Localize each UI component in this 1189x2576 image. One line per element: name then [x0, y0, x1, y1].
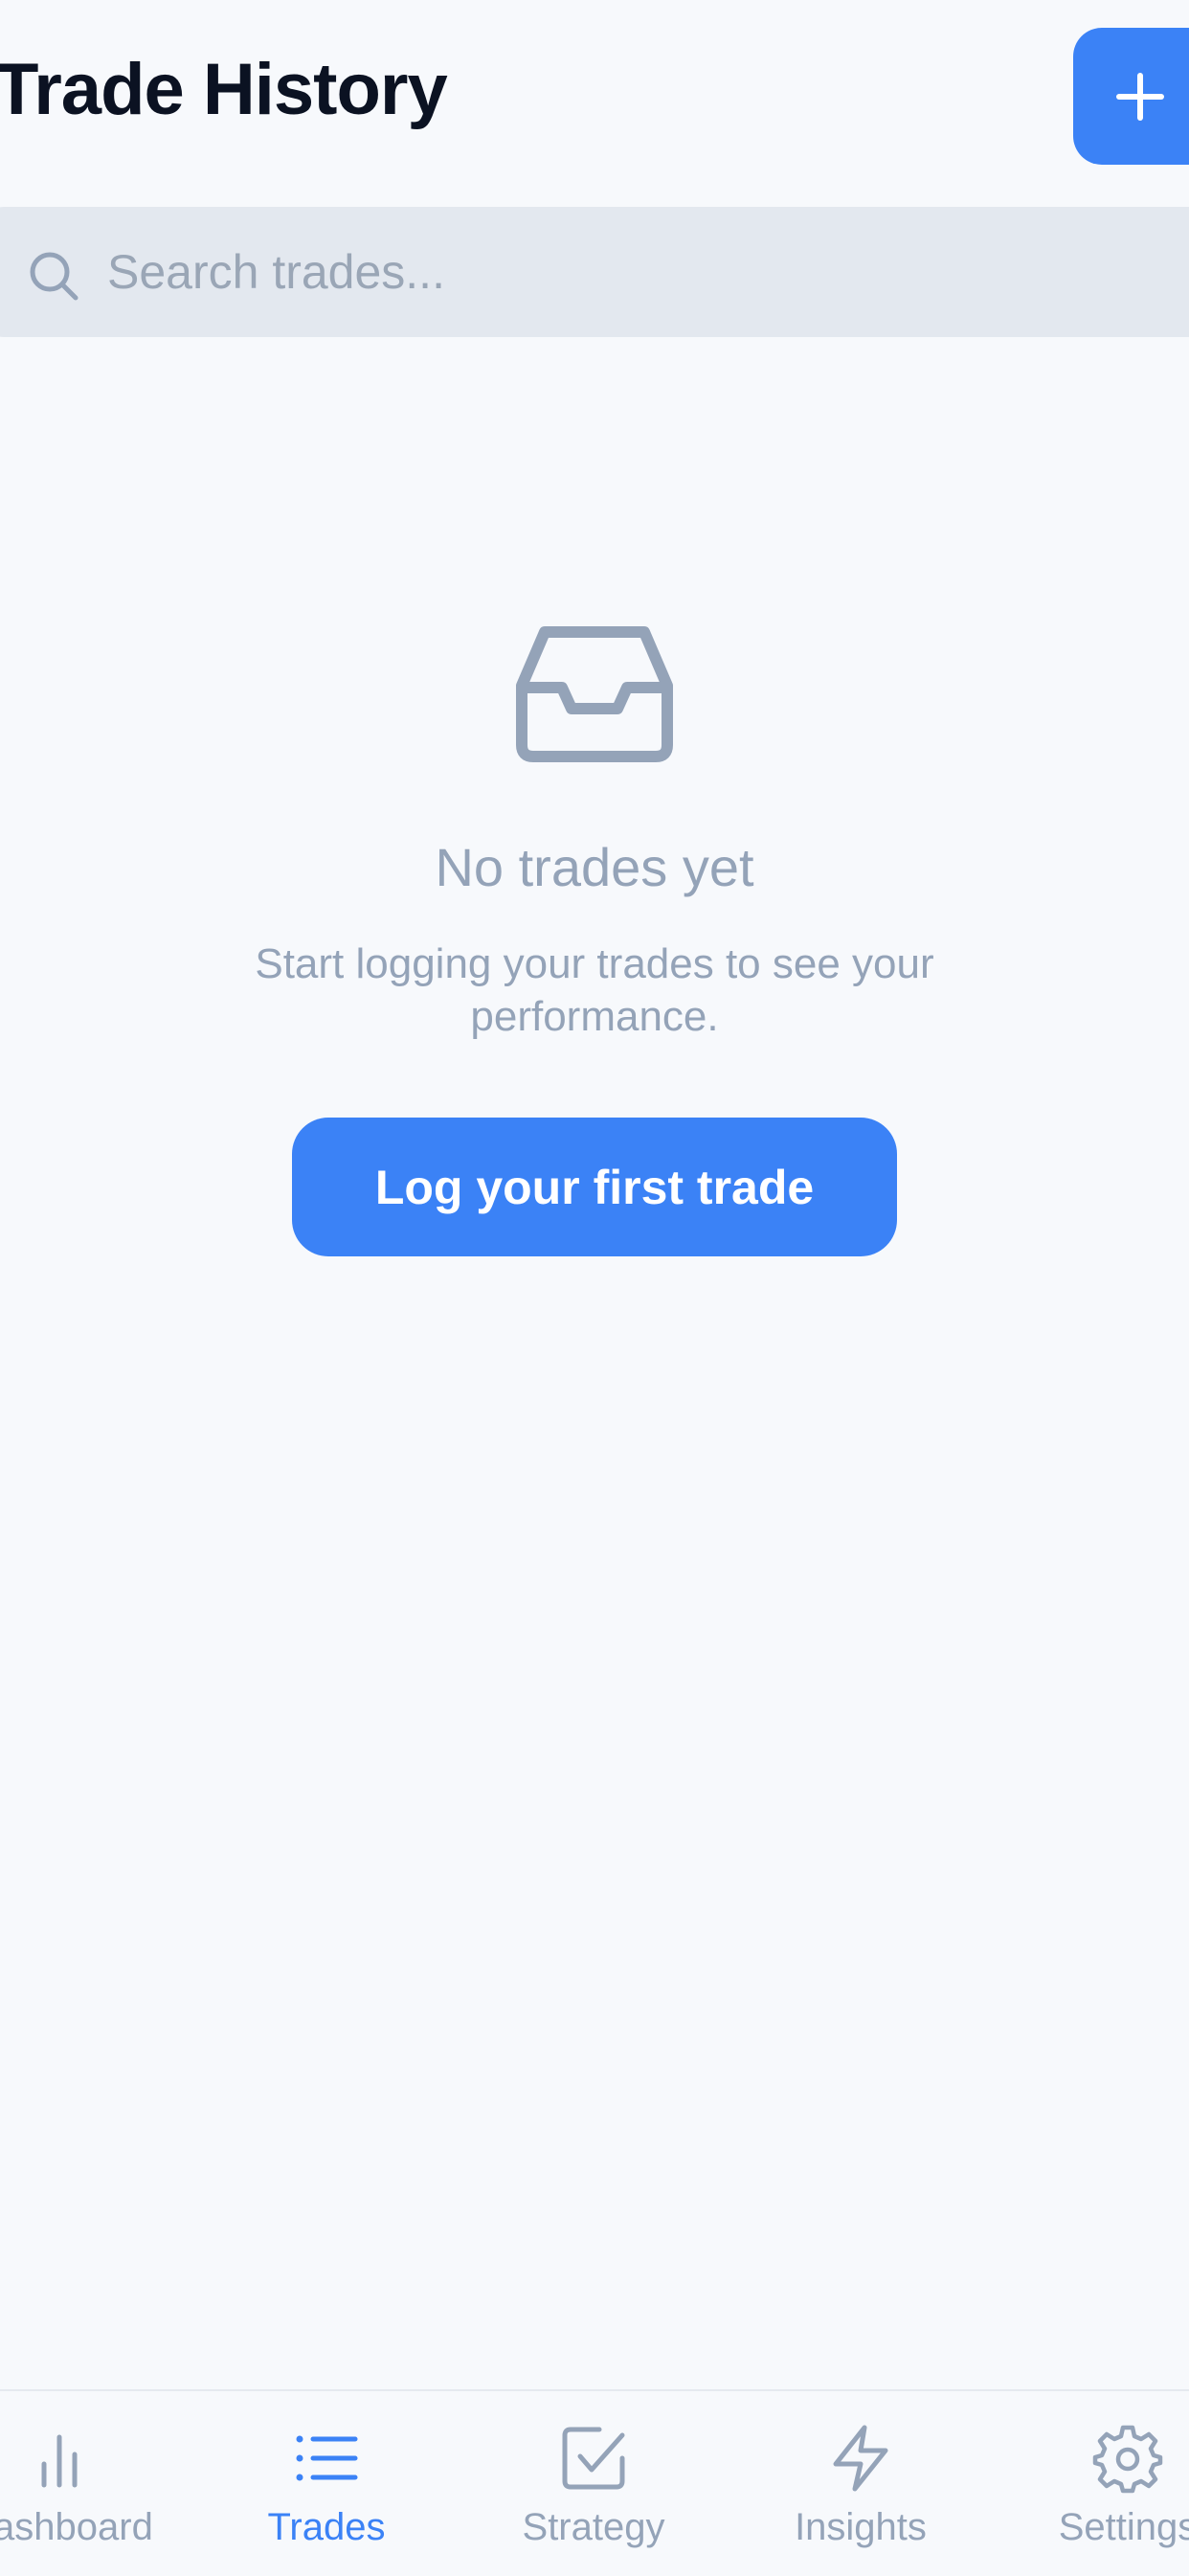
tab-dashboard[interactable]: Dashboard: [0, 2391, 184, 2576]
search-input[interactable]: [107, 236, 1160, 308]
empty-subtitle: Start logging your trades to see your pe…: [255, 940, 934, 1041]
tab-label-dashboard: Dashboard: [0, 2506, 153, 2548]
add-trade-button[interactable]: [1073, 28, 1189, 165]
search-icon: [30, 252, 79, 301]
tab-label-insights: Insights: [795, 2506, 927, 2548]
tab-settings[interactable]: Settings: [1003, 2391, 1189, 2576]
tab-label-settings: Settings: [1058, 2506, 1189, 2548]
tab-label-trades: Trades: [267, 2506, 386, 2548]
empty-state: No trades yet Start logging your trades …: [0, 622, 1189, 1043]
tab-insights[interactable]: Insights: [736, 2391, 985, 2576]
log-first-trade-button[interactable]: Log your first trade: [292, 1118, 897, 1256]
search-bar[interactable]: [0, 207, 1189, 337]
list-icon: [296, 2435, 358, 2481]
lightning-icon: [833, 2425, 888, 2492]
checkbox-icon: [562, 2427, 625, 2490]
tab-bar: Dashboard Trades Strategy Insights Sett: [0, 2389, 1189, 2576]
bar-chart-icon: [41, 2434, 78, 2488]
tab-strategy[interactable]: Strategy: [469, 2391, 718, 2576]
inbox-icon: [516, 626, 673, 762]
tab-label-strategy: Strategy: [522, 2506, 665, 2548]
plus-icon: [1116, 72, 1164, 121]
page-title: Trade History: [0, 49, 448, 130]
tab-trades[interactable]: Trades: [202, 2391, 451, 2576]
gear-icon: [1092, 2425, 1163, 2494]
empty-title: No trades yet: [435, 837, 754, 897]
